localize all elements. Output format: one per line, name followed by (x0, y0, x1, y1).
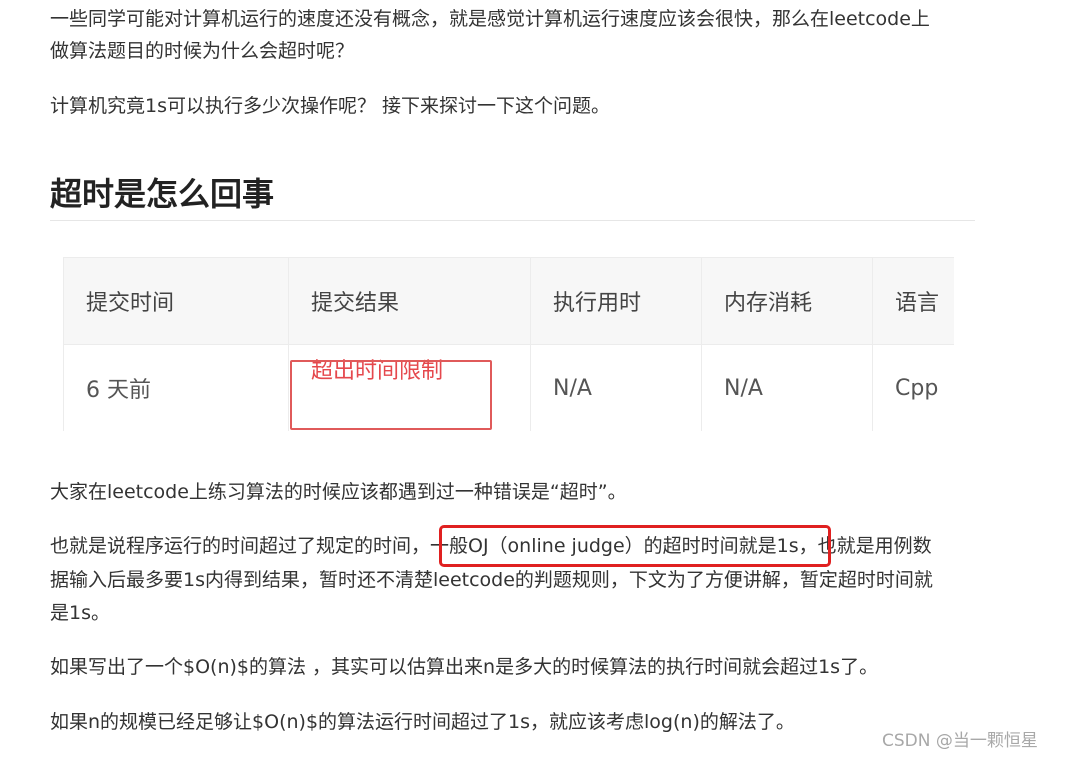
oj-limit-line-2: 据输入后最多要1s内得到结果，暂时还不清楚leetcode的判题规则，下文为了方… (50, 569, 933, 591)
csdn-watermark: CSDN @当一颗恒星 (882, 731, 1038, 751)
tle-highlight-box (290, 360, 492, 430)
cell-memory: N/A (701, 345, 872, 431)
table-row: 6 天前 超出时间限制 N/A N/A Cpp (63, 345, 954, 431)
intro-line-2: 做算法题目的时候为什么会超时呢？ (50, 40, 355, 62)
section-heading: 超时是怎么回事 (50, 175, 275, 213)
question-paragraph: 计算机究竟1s可以执行多少次操作呢？ 接下来探讨一下这个问题。 (50, 95, 611, 117)
cell-language: Cpp (872, 345, 954, 431)
table-header-row: 提交时间 提交结果 执行用时 内存消耗 语言 (63, 257, 954, 345)
heading-divider (50, 220, 975, 221)
intro-paragraph: 一些同学可能对计算机运行的速度还没有概念，就是感觉计算机运行速度应该会很快，那么… (50, 3, 930, 67)
header-language: 语言 (872, 258, 954, 344)
oj-limit-line-3: 是1s。 (50, 602, 110, 624)
intro-line-1: 一些同学可能对计算机运行的速度还没有概念，就是感觉计算机运行速度应该会很快，那么… (50, 8, 930, 30)
timeout-paragraph: 大家在leetcode上练习算法的时候应该都遇到过一种错误是“超时”。 (50, 481, 627, 503)
oj-highlight-box (439, 525, 831, 567)
header-submit-result: 提交结果 (288, 258, 530, 344)
header-memory: 内存消耗 (701, 258, 872, 344)
cell-runtime: N/A (530, 345, 701, 431)
header-submit-time: 提交时间 (63, 258, 288, 344)
submission-table-screenshot: 提交时间 提交结果 执行用时 内存消耗 语言 6 天前 超出时间限制 N/A N… (63, 257, 954, 431)
log-n-paragraph: 如果n的规模已经足够让$O(n)$的算法运行时间超过了1s，就应该考虑log(n… (50, 711, 795, 733)
on-algorithm-paragraph: 如果写出了一个$O(n)$的算法 ，其实可以估算出来n是多大的时候算法的执行时间… (50, 656, 879, 678)
cell-submit-time: 6 天前 (63, 345, 288, 431)
header-runtime: 执行用时 (530, 258, 701, 344)
